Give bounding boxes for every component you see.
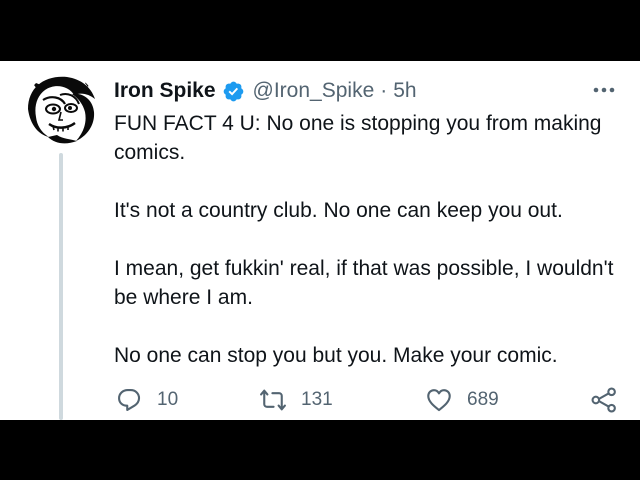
- tweet-paragraph: FUN FACT 4 U: No one is stopping you fro…: [114, 112, 602, 164]
- tweet-paragraph: I mean, get fukkin' real, if that was po…: [114, 257, 614, 309]
- display-name[interactable]: Iron Spike: [114, 79, 216, 103]
- retweet-button[interactable]: 131: [259, 386, 333, 414]
- heart-icon: [427, 389, 451, 412]
- avatar-illustration: [25, 73, 97, 145]
- reply-count: 10: [157, 389, 179, 410]
- avatar[interactable]: [25, 73, 97, 145]
- like-count: 689: [467, 389, 499, 410]
- tweet-text: FUN FACT 4 U: No one is stopping you fro…: [114, 109, 624, 370]
- retweet-count: 131: [301, 389, 333, 410]
- retweet-icon: [260, 389, 286, 411]
- separator-dot: ·: [380, 79, 388, 102]
- tweet-paragraph: No one can stop you but you. Make your c…: [114, 344, 558, 367]
- tweet-paragraph: It's not a country club. No one can keep…: [114, 199, 563, 222]
- verified-badge-icon: [222, 80, 245, 103]
- like-button[interactable]: 689: [425, 386, 499, 414]
- thread-line: [59, 153, 63, 420]
- reply-button[interactable]: 10: [115, 386, 178, 414]
- more-options-icon[interactable]: [590, 80, 618, 100]
- reply-icon: [118, 389, 141, 411]
- share-icon: [591, 387, 616, 413]
- tweet-header: Iron Spike @Iron_Spike · 5h: [114, 77, 417, 105]
- share-button[interactable]: [590, 386, 618, 414]
- handle[interactable]: @Iron_Spike: [253, 79, 375, 103]
- timestamp[interactable]: 5h: [393, 79, 416, 103]
- tweet-card[interactable]: Iron Spike @Iron_Spike · 5h FUN FACT 4 U…: [0, 61, 640, 420]
